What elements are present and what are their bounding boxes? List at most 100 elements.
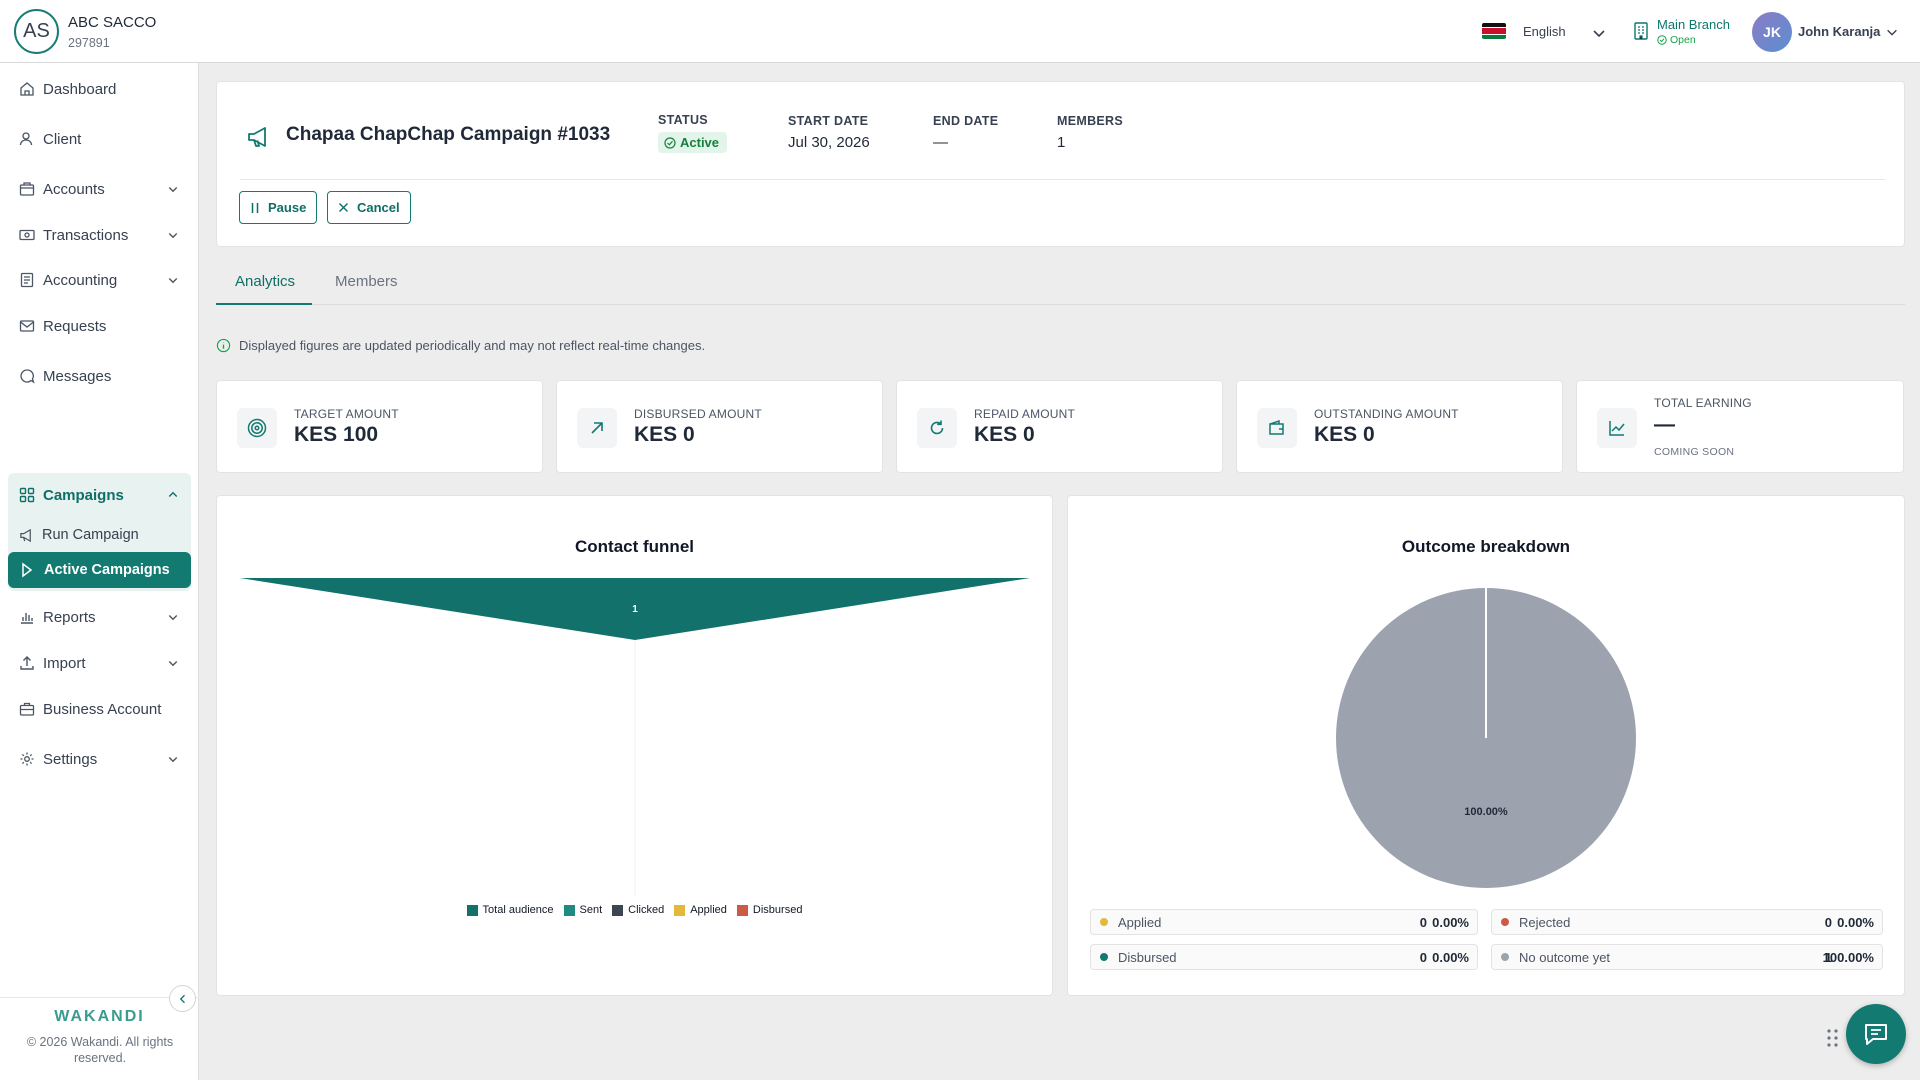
- sidebar-item-label: Reports: [43, 608, 96, 626]
- funnel-data-label: 1: [632, 604, 638, 615]
- end-date-value: —: [933, 134, 948, 151]
- legend-label: Applied: [690, 904, 727, 916]
- no-outcome-dot: [1501, 953, 1509, 961]
- wallet-icon: [1269, 419, 1284, 435]
- sidebar-item-client[interactable]: Client: [8, 121, 191, 157]
- sidebar-item-label: Business Account: [43, 700, 162, 718]
- sidebar-item-settings[interactable]: Settings: [8, 741, 191, 777]
- sidebar-item-reports[interactable]: Reports: [8, 599, 191, 635]
- branch-name: Main Branch: [1657, 17, 1730, 32]
- stat-card-outstanding: OUTSTANDING AMOUNT KES 0: [1236, 380, 1563, 473]
- sidebar-item-business-account[interactable]: Business Account: [8, 691, 191, 727]
- mail-icon: [19, 320, 35, 332]
- money-icon: [19, 229, 35, 241]
- sidebar-item-transactions[interactable]: Transactions: [8, 217, 191, 253]
- funnel-legend: Total audience Sent Clicked Applied Disburse…: [217, 904, 1052, 916]
- outcome-label: Applied: [1118, 914, 1162, 930]
- user-name[interactable]: John Karanja: [1798, 24, 1880, 39]
- chat-button[interactable]: [1846, 1004, 1906, 1064]
- campaign-header-card: Chapaa ChapChap Campaign #1033 STATUS Ac…: [216, 81, 1905, 247]
- legend-item-total-audience[interactable]: Total audience: [466, 904, 554, 916]
- legend-swatch: [674, 904, 686, 916]
- sidebar-item-messages[interactable]: Messages: [8, 358, 191, 394]
- applied-dot: [1100, 918, 1108, 926]
- pause-label: Pause: [268, 200, 307, 215]
- legend-swatch: [563, 904, 575, 916]
- stat-card-earning: TOTAL EARNING — COMING SOON: [1576, 380, 1904, 473]
- sidebar-item-accounting[interactable]: Accounting: [8, 262, 191, 298]
- ledger-icon: [20, 272, 34, 288]
- legend-swatch: [466, 904, 478, 916]
- chevron-down-icon[interactable]: [1885, 25, 1899, 39]
- info-icon: [216, 338, 231, 353]
- outcome-percent: 0.00%: [1837, 914, 1874, 930]
- stat-value: —: [1654, 413, 1675, 436]
- stat-label: REPAID AMOUNT: [974, 407, 1076, 421]
- sidebar-item-label: Campaigns: [43, 486, 124, 504]
- language-selector[interactable]: English: [1523, 24, 1566, 39]
- sidebar-item-dashboard[interactable]: Dashboard: [8, 71, 191, 107]
- sidebar-item-label: Dashboard: [43, 80, 117, 98]
- chevron-down-icon[interactable]: [1591, 25, 1607, 41]
- outcome-breakdown-panel: Outcome breakdown 100.00% Applied 0 0.00…: [1067, 495, 1905, 996]
- tab-analytics[interactable]: Analytics: [235, 273, 295, 290]
- legend-item-sent[interactable]: Sent: [563, 904, 603, 916]
- sidebar-item-label: Requests: [43, 317, 107, 335]
- drag-handle-icon[interactable]: [1826, 1028, 1840, 1048]
- contact-funnel-panel: Contact funnel 1 Total audience Sent Click…: [216, 495, 1053, 996]
- chevron-down-icon: [168, 233, 178, 239]
- outcome-percent: 0.00%: [1432, 914, 1469, 930]
- pause-icon: [251, 202, 259, 213]
- legend-item-clicked[interactable]: Clicked: [612, 904, 664, 916]
- upload-icon: [20, 656, 34, 670]
- org-switcher[interactable]: AS ABC SACCO 297891: [14, 9, 156, 54]
- pause-button[interactable]: Pause: [239, 191, 318, 224]
- bar-chart-icon: [21, 613, 33, 624]
- sidebar-item-import[interactable]: Import: [8, 645, 191, 681]
- outcome-row-applied: Applied 0 0.00%: [1090, 909, 1478, 935]
- sidebar-subitem-active-campaigns[interactable]: Active Campaigns: [8, 552, 191, 588]
- stat-label: TARGET AMOUNT: [294, 407, 399, 421]
- stat-value: KES 0: [634, 423, 695, 446]
- sidebar-item-campaigns[interactable]: Campaigns: [8, 477, 191, 513]
- stat-label: DISBURSED AMOUNT: [634, 407, 762, 421]
- start-date-value: Jul 30, 2026: [788, 134, 870, 151]
- outcome-row-disbursed: Disbursed 0 0.00%: [1090, 944, 1478, 970]
- sidebar-item-label: Run Campaign: [42, 527, 139, 543]
- divider: [240, 179, 1885, 180]
- user-icon: [19, 132, 33, 146]
- home-icon: [20, 82, 34, 96]
- sidebar-item-accounts[interactable]: Accounts: [8, 171, 191, 207]
- sidebar-subitem-run-campaign[interactable]: Run Campaign: [8, 517, 191, 553]
- start-date-label: START DATE: [788, 114, 869, 128]
- outcome-percent: 100.00%: [1822, 949, 1874, 965]
- org-name: ABC SACCO: [68, 13, 157, 31]
- rejected-dot: [1501, 918, 1509, 926]
- chevron-down-icon: [168, 278, 178, 284]
- building-icon: [1634, 22, 1648, 40]
- branch-selector[interactable]: Main Branch Open: [1657, 17, 1730, 46]
- end-date-meta: END DATE —: [933, 114, 998, 151]
- status-badge: Active: [658, 132, 728, 153]
- grid-icon: [19, 487, 35, 503]
- copyright: © 2026 Wakandi. All rights reserved.: [26, 1035, 174, 1065]
- disbursed-dot: [1100, 953, 1108, 961]
- members-meta: MEMBERS 1: [1057, 114, 1123, 151]
- legend-item-applied[interactable]: Applied: [674, 904, 727, 916]
- chevron-down-icon: [168, 757, 178, 763]
- outcome-row-rejected: Rejected 0 0.00%: [1491, 909, 1883, 935]
- sidebar-item-requests[interactable]: Requests: [8, 308, 191, 344]
- outcome-count: 0: [1419, 949, 1427, 965]
- sidebar-item-label: Accounts: [43, 180, 105, 198]
- legend-label: Sent: [579, 904, 603, 916]
- legend-item-disbursed[interactable]: Disbursed: [736, 904, 802, 916]
- outcome-count: 0: [1824, 914, 1832, 930]
- outcome-count: 0: [1419, 914, 1427, 930]
- user-avatar[interactable]: JK: [1752, 12, 1792, 52]
- tab-bar: Analytics Members: [216, 263, 1905, 305]
- stat-label: TOTAL EARNING: [1654, 396, 1752, 410]
- outcome-percent: 0.00%: [1432, 949, 1469, 965]
- chevron-down-icon: [168, 661, 178, 667]
- tab-members[interactable]: Members: [335, 273, 398, 290]
- cancel-button[interactable]: Cancel: [327, 191, 411, 224]
